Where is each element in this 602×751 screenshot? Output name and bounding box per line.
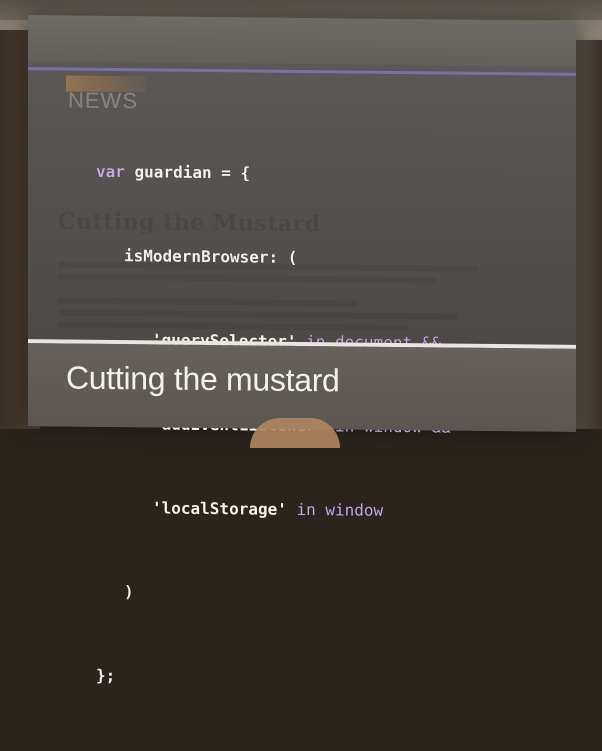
code-line-6: )	[96, 578, 451, 610]
slide-top-bar	[28, 15, 576, 67]
code-keyword: var	[96, 161, 125, 182]
code-string: 'localStorage'	[152, 498, 287, 519]
room-right-wall	[574, 40, 602, 429]
code-line-5: 'localStorage' in window	[96, 494, 451, 526]
code-line-1: var guardian = {	[96, 158, 451, 190]
code-text: isModernBrowser: (	[124, 246, 298, 267]
code-line-7: };	[96, 662, 451, 694]
audience-head	[250, 418, 340, 448]
code-text: guardian = {	[124, 162, 251, 183]
slide-accent-line	[28, 67, 576, 76]
code-keyword: in window	[286, 499, 384, 520]
code-text: )	[124, 582, 134, 602]
slide-title: Cutting the mustard	[66, 359, 340, 399]
code-text: };	[96, 665, 116, 686]
projected-slide: NEWS Cutting the Mustard var guardian = …	[28, 15, 576, 685]
code-line-2: isModernBrowser: (	[96, 242, 451, 274]
